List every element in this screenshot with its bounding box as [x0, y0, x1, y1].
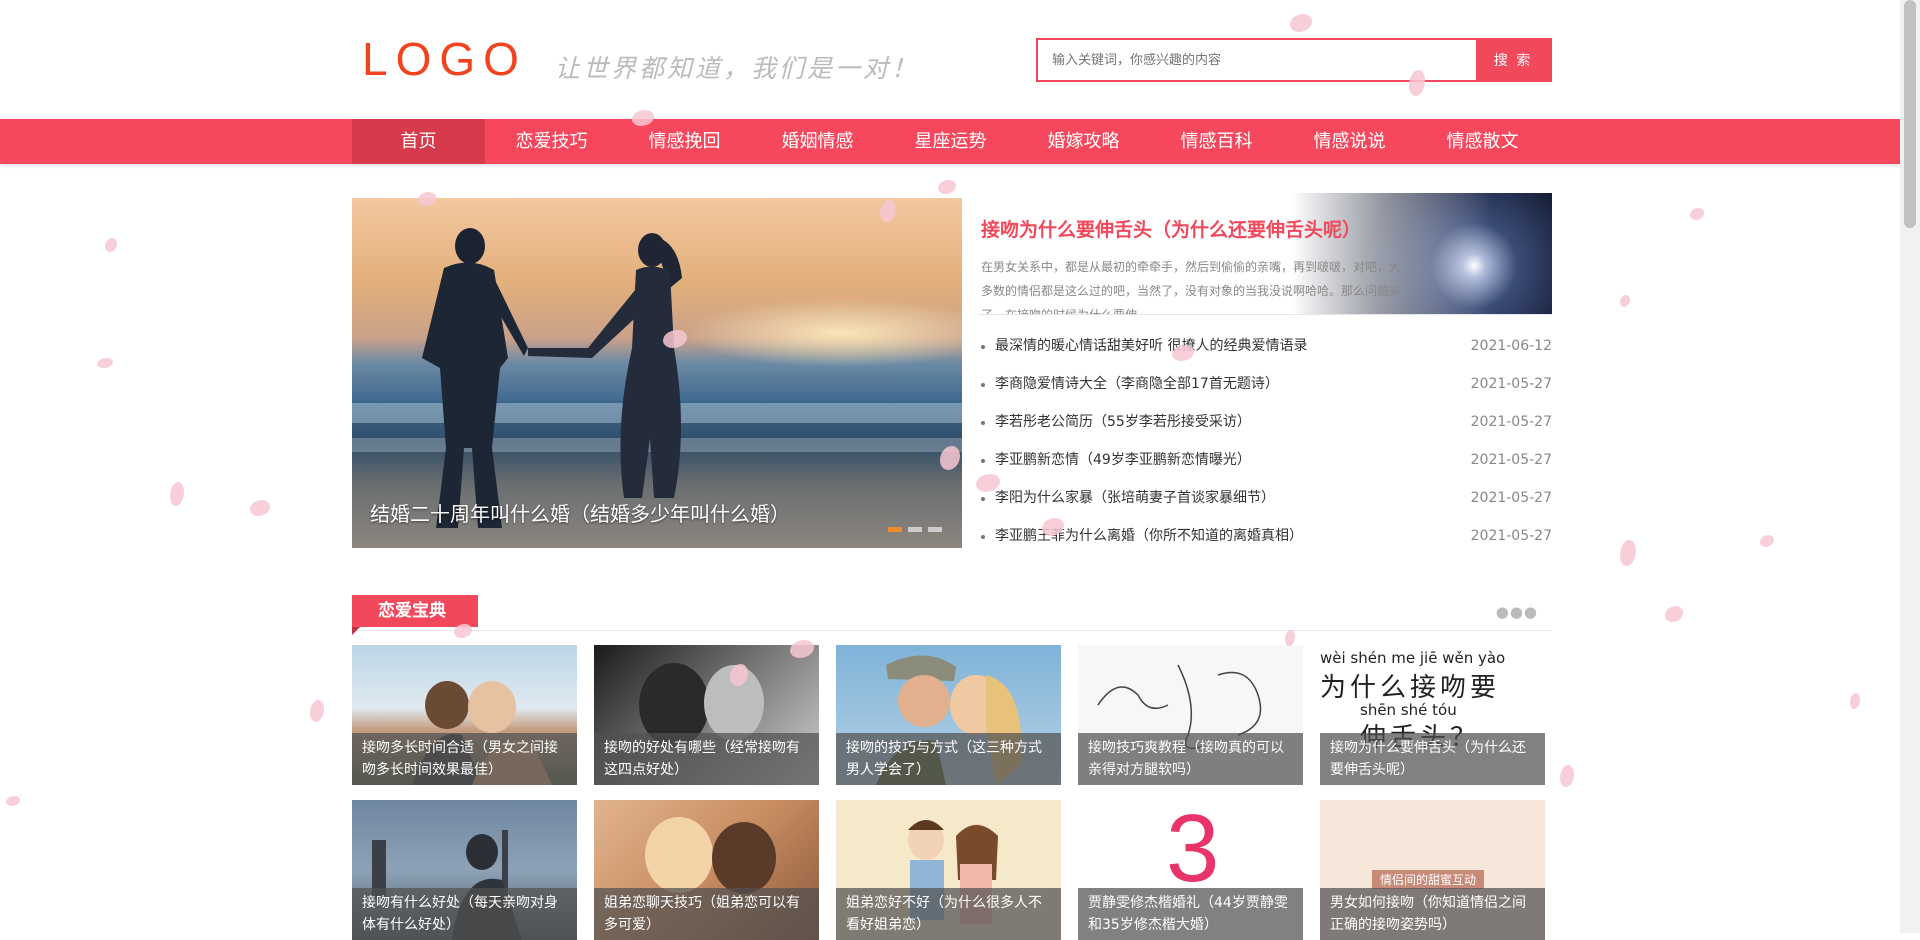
news-list: 最深情的暖心情话甜美好听 很撩人的经典爱情语录 2021-06-12 李商隐爱情诗… [979, 331, 1552, 559]
nav-item-horoscope[interactable]: 星座运势 [884, 119, 1017, 164]
petal-icon [1290, 14, 1312, 32]
list-item[interactable]: 最深情的暖心情话甜美好听 很撩人的经典爱情语录 2021-06-12 [979, 331, 1552, 369]
card-caption[interactable]: 贾静雯修杰楷婚礼（44岁贾静雯和35岁修杰楷大婚） [1078, 888, 1303, 940]
article-card[interactable]: 3 贾静雯修杰楷婚礼（44岁贾静雯和35岁修杰楷大婚） [1078, 800, 1303, 940]
nav-item-home[interactable]: 首页 [352, 119, 485, 164]
list-item-date: 2021-05-27 [1470, 414, 1552, 430]
card-image-text: 情侣间的甜蜜互动 [1372, 870, 1485, 889]
list-item[interactable]: 李亚鹏新恋情（49岁李亚鹏新恋情曝光） 2021-05-27 [979, 445, 1552, 483]
section-header: 恋爱宝典 ●●● [352, 595, 1552, 635]
petal-icon [310, 700, 324, 722]
article-card[interactable]: 姐弟恋好不好（为什么很多人不看好姐弟恋） [836, 800, 1061, 940]
article-card[interactable]: 接吻的技巧与方式（这三种方式男人学会了） [836, 645, 1061, 785]
card-image-text: 为什么接吻要 [1320, 673, 1501, 703]
card-caption[interactable]: 接吻的好处有哪些（经常接吻有这四点好处） [594, 733, 819, 785]
list-item-title[interactable]: 李亚鹏王菲为什么离婚（你所不知道的离婚真相） [995, 521, 1303, 551]
featured-article: 接吻为什么要伸舌头（为什么还要伸舌头呢） 在男女关系中，都是从最初的牵牵手，然后… [979, 193, 1552, 315]
slider-dots [888, 527, 942, 532]
card-caption[interactable]: 接吻为什么要伸舌头（为什么还要伸舌头呢） [1320, 733, 1545, 785]
card-caption[interactable]: 姐弟恋好不好（为什么很多人不看好姐弟恋） [836, 888, 1061, 940]
hero-caption[interactable]: 结婚二十周年叫什么婚（结婚多少年叫什么婚） [370, 498, 790, 527]
scrollbar-thumb[interactable] [1904, 0, 1916, 228]
list-item-title[interactable]: 李若彤老公简历（55岁李若彤接受采访） [995, 407, 1251, 437]
petal-icon [97, 358, 113, 368]
petal-icon [1409, 70, 1425, 96]
list-item[interactable]: 李阳为什么家暴（张培萌妻子首谈家暴细节） 2021-05-27 [979, 483, 1552, 521]
list-item-date: 2021-05-27 [1470, 376, 1552, 392]
petal-icon [105, 238, 117, 252]
card-caption[interactable]: 接吻的技巧与方式（这三种方式男人学会了） [836, 733, 1061, 785]
petal-icon [250, 500, 270, 516]
list-item[interactable]: 李商隐爱情诗大全（李商隐全部17首无题诗） 2021-05-27 [979, 369, 1552, 407]
list-item[interactable]: 李亚鹏王菲为什么离婚（你所不知道的离婚真相） 2021-05-27 [979, 521, 1552, 559]
article-card[interactable]: wèi shén me jiē wěn yào 为什么接吻要 shēn shé … [1320, 645, 1545, 785]
card-caption[interactable]: 接吻技巧爽教程（接吻真的可以亲得对方腿软吗） [1078, 733, 1303, 785]
card-caption[interactable]: 接吻多长时间合适（男女之间接吻多长时间效果最佳） [352, 733, 577, 785]
petal-icon [1285, 630, 1295, 646]
petal-icon [1850, 693, 1860, 709]
featured-title[interactable]: 接吻为什么要伸舌头（为什么还要伸舌头呢） [981, 215, 1361, 242]
slider-dot[interactable] [908, 527, 922, 532]
article-card[interactable]: 姐弟恋聊天技巧（姐弟恋可以有多可爱） [594, 800, 819, 940]
list-item-title[interactable]: 李亚鹏新恋情（49岁李亚鹏新恋情曝光） [995, 445, 1251, 475]
article-card[interactable]: 接吻的好处有哪些（经常接吻有这四点好处） [594, 645, 819, 785]
petal-icon [1665, 606, 1683, 622]
list-item-date: 2021-05-27 [1470, 452, 1552, 468]
page-scrollbar[interactable] [1900, 0, 1920, 933]
petal-icon [1620, 540, 1636, 566]
search-button[interactable]: 搜 索 [1476, 40, 1550, 80]
petal-icon [1760, 535, 1774, 547]
featured-summary: 在男女关系中，都是从最初的牵牵手，然后到偷偷的亲嘴，再到啵啵，对吧，大多数的情侣… [981, 260, 1402, 315]
article-card[interactable]: 接吻技巧爽教程（接吻真的可以亲得对方腿软吗） [1078, 645, 1303, 785]
list-item-title[interactable]: 最深情的暖心情话甜美好听 很撩人的经典爱情语录 [995, 331, 1307, 361]
petal-icon [454, 624, 472, 638]
couple-silhouette [422, 228, 682, 528]
nav-item-encyclopedia[interactable]: 情感百科 [1150, 119, 1283, 164]
nav-item-love-tips[interactable]: 恋爱技巧 [485, 119, 618, 164]
site-logo[interactable]: LOGO [362, 32, 527, 86]
list-item-date: 2021-05-27 [1470, 490, 1552, 506]
petal-icon [1560, 765, 1574, 787]
slider-dot[interactable] [928, 527, 942, 532]
card-caption[interactable]: 男女如何接吻（你知道情侣之间正确的接吻姿势吗） [1320, 888, 1545, 940]
card-caption[interactable]: 接吻有什么好处（每天亲吻对身体有什么好处） [352, 888, 577, 940]
search-bar: 搜 索 [1036, 38, 1552, 82]
nav-item-wedding[interactable]: 婚嫁攻略 [1017, 119, 1150, 164]
list-item-title[interactable]: 李阳为什么家暴（张培萌妻子首谈家暴细节） [995, 483, 1275, 513]
main-nav-bar: 首页 恋爱技巧 情感挽回 婚姻情感 星座运势 婚嫁攻略 情感百科 情感说说 情感… [0, 119, 1900, 164]
article-card[interactable]: 情侣间的甜蜜互动 男女如何接吻（你知道情侣之间正确的接吻姿势吗） [1320, 800, 1545, 940]
list-item-date: 2021-05-27 [1470, 528, 1552, 544]
petal-icon [938, 180, 956, 194]
more-icon[interactable]: ●●● [1496, 603, 1538, 621]
card-caption[interactable]: 姐弟恋聊天技巧（姐弟恋可以有多可爱） [594, 888, 819, 940]
list-item[interactable]: 李若彤老公简历（55岁李若彤接受采访） 2021-05-27 [979, 407, 1552, 445]
article-card[interactable]: 接吻多长时间合适（男女之间接吻多长时间效果最佳） [352, 645, 577, 785]
list-item-date: 2021-06-12 [1470, 338, 1552, 354]
slider-dot[interactable] [888, 527, 902, 532]
list-item-title[interactable]: 李商隐爱情诗大全（李商隐全部17首无题诗） [995, 369, 1279, 399]
petal-icon [1690, 208, 1704, 220]
petal-icon [170, 482, 184, 506]
site-slogan: 让世界都知道，我们是一对！ [555, 54, 920, 83]
main-nav: 首页 恋爱技巧 情感挽回 婚姻情感 星座运势 婚嫁攻略 情感百科 情感说说 情感… [352, 119, 1549, 164]
nav-item-quotes[interactable]: 情感说说 [1283, 119, 1416, 164]
hero-slider[interactable]: 结婚二十周年叫什么婚（结婚多少年叫什么婚） [352, 198, 962, 548]
nav-item-essays[interactable]: 情感散文 [1416, 119, 1549, 164]
search-input[interactable] [1038, 40, 1476, 80]
petal-icon [1620, 295, 1630, 307]
section-title: 恋爱宝典 [352, 595, 478, 635]
card-image-pinyin: wèi shén me jiē wěn yào [1320, 649, 1506, 667]
nav-item-marriage[interactable]: 婚姻情感 [751, 119, 884, 164]
article-card[interactable]: 接吻有什么好处（每天亲吻对身体有什么好处） [352, 800, 577, 940]
petal-icon [6, 796, 20, 806]
